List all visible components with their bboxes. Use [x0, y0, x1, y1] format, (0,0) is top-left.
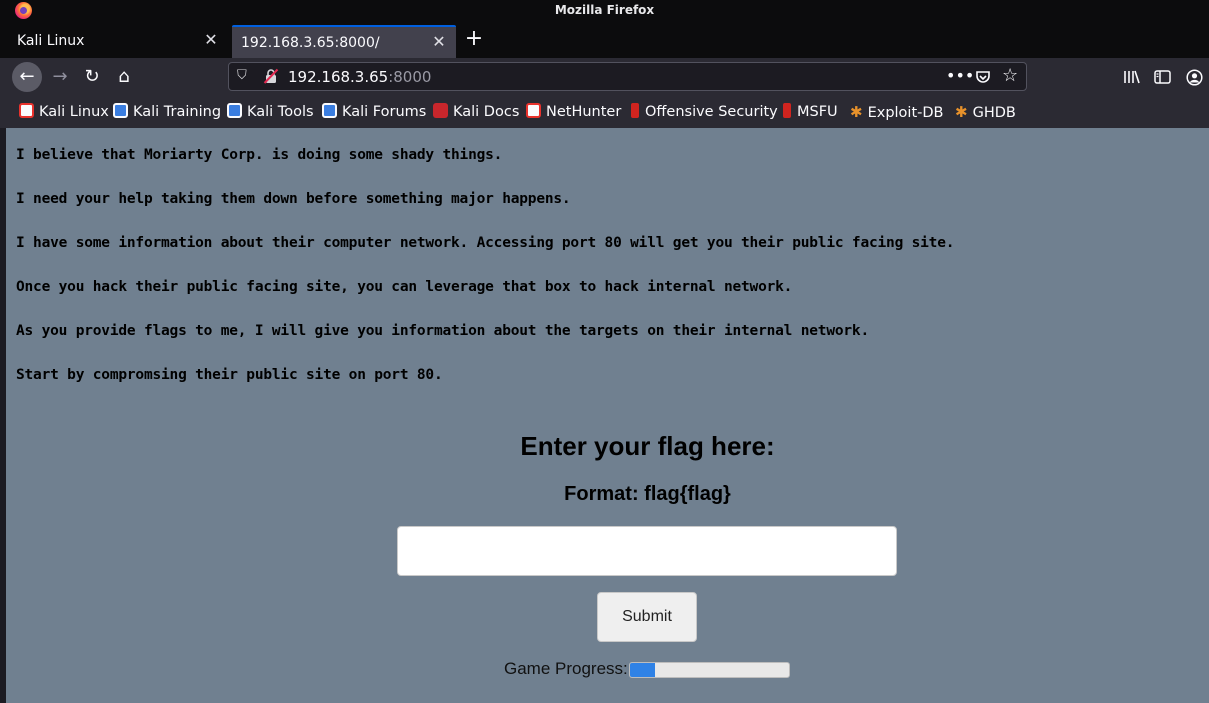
story-paragraph: As you provide flags to me, I will give …: [16, 323, 869, 339]
ghdb-spider-icon: ✱: [955, 103, 968, 121]
new-tab-plus-icon[interactable]: +: [463, 26, 485, 52]
offsec-icon: [631, 103, 639, 118]
insecure-lock-icon[interactable]: [263, 68, 279, 84]
window-title: Mozilla Firefox: [554, 3, 655, 17]
bookmark-label: Kali Training: [133, 104, 222, 120]
bookmark-kali-linux[interactable]: Kali Linux: [19, 103, 109, 120]
flag-heading: Enter your flag here:: [520, 431, 775, 461]
story-paragraph: I believe that Moriarty Corp. is doing s…: [16, 147, 503, 163]
tab-label: 192.168.3.65:8000/: [241, 35, 380, 51]
kali-training-icon: [113, 103, 128, 118]
bookmark-label: Kali Linux: [39, 104, 109, 120]
kali-docs-icon: [433, 103, 448, 118]
bookmark-msfu[interactable]: MSFU: [780, 103, 838, 120]
bookmark-nethunter[interactable]: NetHunter: [526, 103, 621, 120]
page-actions-icon[interactable]: •••: [946, 66, 974, 85]
bookmark-offensive-security[interactable]: Offensive Security: [628, 103, 778, 120]
story-paragraph: I need your help taking them down before…: [16, 191, 571, 207]
url-port: :8000: [388, 68, 432, 86]
game-progress-bar: [629, 662, 790, 678]
bookmark-kali-tools[interactable]: Kali Tools: [227, 103, 314, 120]
submit-button[interactable]: Submit: [597, 592, 697, 642]
kali-tools-icon: [227, 103, 242, 118]
kali-icon: [19, 103, 34, 118]
bookmark-kali-training[interactable]: Kali Training: [113, 103, 221, 120]
library-icon[interactable]: [1123, 69, 1140, 85]
home-icon[interactable]: ⌂: [109, 62, 139, 92]
bookmark-label: Kali Docs: [453, 104, 520, 120]
sidebar-icon[interactable]: [1154, 69, 1171, 85]
page-content: I believe that Moriarty Corp. is doing s…: [6, 128, 1209, 703]
url-host: 192.168.3.65: [288, 68, 389, 86]
bookmark-label: GHDB: [972, 105, 1016, 121]
msfu-icon: [783, 103, 791, 118]
kali-forums-icon: [322, 103, 337, 118]
bookmark-label: MSFU: [797, 104, 838, 120]
forward-arrow-icon[interactable]: →: [45, 62, 75, 92]
nethunter-icon: [526, 103, 541, 118]
bookmark-label: Kali Tools: [247, 104, 314, 120]
bookmark-ghdb[interactable]: ✱ GHDB: [955, 103, 1016, 121]
bookmark-label: NetHunter: [546, 104, 622, 120]
bookmarks-toolbar: Kali Linux Kali Training Kali Tools Kali…: [0, 96, 1209, 128]
back-arrow-icon[interactable]: ←: [12, 62, 42, 92]
address-bar[interactable]: ⛉ 192.168.3.65:8000 ••• ☆: [228, 62, 1027, 91]
tracking-shield-icon[interactable]: ⛉: [237, 68, 247, 83]
bookmark-star-icon[interactable]: ☆: [1002, 65, 1018, 86]
tab-active-site[interactable]: 192.168.3.65:8000/ ✕: [232, 25, 456, 58]
bookmark-kali-forums[interactable]: Kali Forums: [322, 103, 426, 120]
bookmark-kali-docs[interactable]: Kali Docs: [433, 103, 519, 120]
tab-kali-linux[interactable]: Kali Linux ✕: [8, 25, 228, 58]
tab-strip: Kali Linux ✕ 192.168.3.65:8000/ ✕ +: [0, 22, 1209, 58]
story-paragraph: I have some information about their comp…: [16, 235, 955, 251]
story-paragraph: Start by compromsing their public site o…: [16, 367, 443, 383]
navigation-toolbar: ← → ↻ ⌂ ⛉ 192.168.3.65:8000 ••• ☆: [0, 58, 1209, 96]
exploitdb-spider-icon: ✱: [850, 103, 863, 121]
flag-input[interactable]: [397, 526, 897, 576]
game-progress-fill: [630, 663, 656, 677]
window-titlebar: Mozilla Firefox: [0, 0, 1209, 22]
game-progress-label: Game Progress:: [504, 659, 628, 678]
close-tab-icon[interactable]: ✕: [202, 31, 220, 49]
bookmark-exploit-db[interactable]: ✱ Exploit-DB: [850, 103, 943, 121]
story-paragraph: Once you hack their public facing site, …: [16, 279, 793, 295]
bookmark-label: Kali Forums: [342, 104, 427, 120]
bookmark-label: Offensive Security: [645, 104, 778, 120]
tab-label: Kali Linux: [17, 33, 85, 49]
flag-format-hint: Format: flag{flag}: [564, 483, 731, 505]
close-tab-icon[interactable]: ✕: [430, 33, 448, 51]
account-icon[interactable]: [1186, 69, 1203, 86]
bookmark-label: Exploit-DB: [867, 105, 944, 121]
pocket-icon[interactable]: [975, 69, 991, 85]
reload-icon[interactable]: ↻: [77, 62, 107, 92]
url-text: 192.168.3.65:8000: [288, 68, 431, 86]
